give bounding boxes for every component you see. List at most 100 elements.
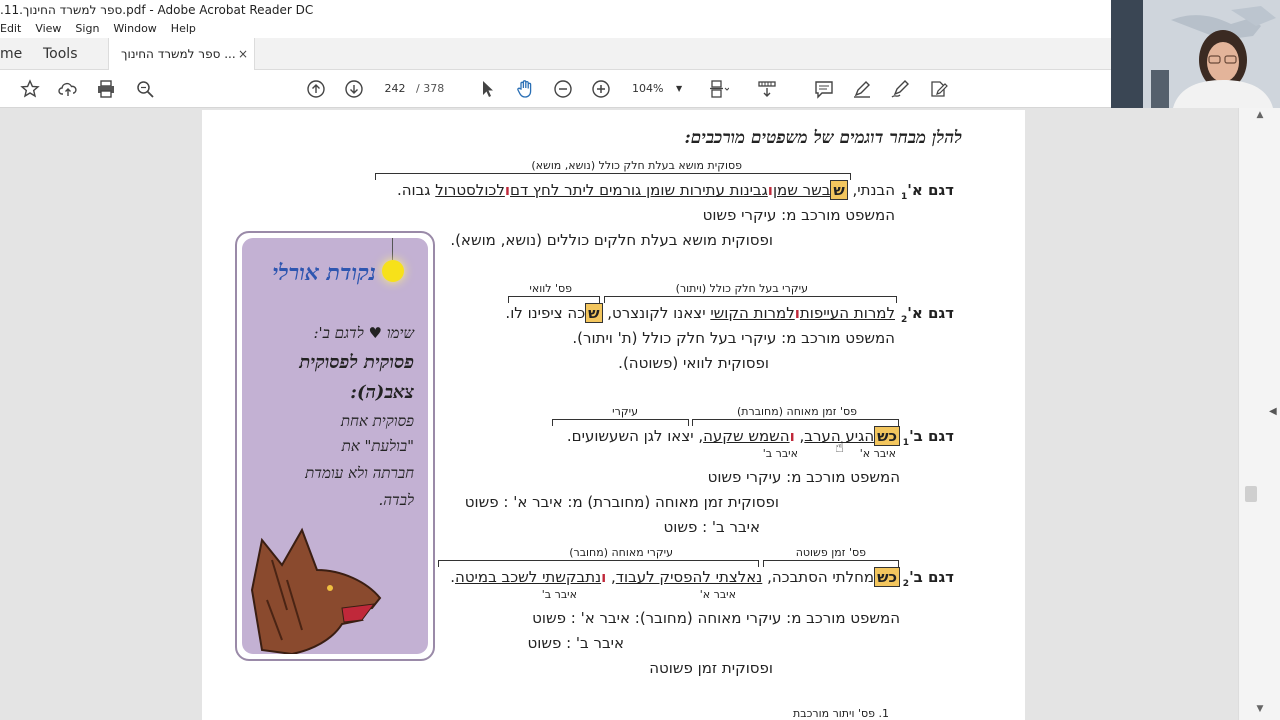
footnote: 1. פס' ויתור מורכבת — [793, 707, 889, 720]
b1-bracket1 — [692, 419, 899, 426]
read-mode-icon[interactable] — [756, 78, 778, 100]
page-total: / 378 — [416, 82, 445, 95]
menu-edit[interactable]: Edit — [0, 20, 21, 38]
a1-line2: המשפט מורכב מ: עיקרי פשוט — [702, 206, 895, 224]
a2-bracket2-label: פס' לוואי — [529, 282, 572, 295]
a1-label: דגם א'1 — [901, 181, 954, 202]
b2-line3: איבר ב' : פשוט — [527, 634, 624, 652]
tip-line-1: שימו ♥ לדגם ב': — [313, 324, 414, 342]
b2-sentence: כשמחלתי הסתבכה, נאלצתי להפסיק לעבוד, ונת… — [450, 567, 900, 587]
pdf-page: להלן מבחר דוגמים של משפטים מורכבים: פסוק… — [202, 110, 1025, 720]
webcam-overlay — [1111, 0, 1280, 108]
b1-marker: כש — [874, 426, 900, 446]
zoom-level-select[interactable]: 104% ▼ — [632, 80, 688, 98]
menu-bar: Edit View Sign Window Help — [0, 20, 1111, 38]
b2-line2: המשפט מורכב מ: עיקרי מאוחה (מחובר): איבר… — [532, 609, 900, 627]
hand-cursor-icon: ☝ — [835, 438, 845, 456]
b1-line4: איבר ב' : פשוט — [663, 518, 760, 536]
previous-page-icon[interactable] — [305, 78, 327, 100]
edit-pdf-icon[interactable] — [927, 78, 949, 100]
a1-bracket-label: פסוקית מושא בעלת חלק כולל (נושא, מושא) — [531, 159, 742, 172]
b1-under1: איבר א' — [859, 447, 896, 460]
zoom-out-icon[interactable] — [552, 78, 574, 100]
tip-line-2: פסוקית לפסוקית — [299, 352, 414, 373]
b1-under2: איבר ב' — [762, 447, 798, 460]
scroll-down-icon[interactable]: ▼ — [1239, 704, 1280, 716]
b2-line4: ופסוקית זמן פשוטה — [649, 659, 773, 677]
zoom-in-icon[interactable] — [590, 78, 612, 100]
tip-line-5: "בולעת" את — [341, 437, 414, 455]
b1-bracket1-label: פס' זמן מאוחה (מחוברת) — [736, 405, 857, 418]
bookmark-star-icon[interactable] — [19, 78, 41, 100]
comment-icon[interactable] — [813, 78, 835, 100]
tip-line-3: צאב(ה): — [350, 382, 414, 403]
b2-under1: איבר א' — [699, 588, 736, 601]
window-title: .11.ספר למשרד החינוך.pdf - Adobe Acrobat… — [0, 3, 314, 17]
toolbar: 242 / 378 104% ▼ — [0, 70, 1111, 108]
highlight-pen-icon[interactable] — [851, 78, 873, 100]
a2-label: דגם א'2 — [901, 304, 954, 325]
b2-bracket2-label: עיקרי מאוחה (מחובר) — [569, 546, 673, 559]
light-bulb-icon — [382, 260, 404, 282]
b1-label: דגם ב'1 — [902, 427, 954, 448]
tab-document[interactable]: ספר למשרד החינוך ... × — [108, 38, 255, 70]
b2-bracket2 — [438, 560, 759, 567]
right-panel: ▲ ▼ ◀ — [1238, 108, 1280, 720]
print-icon[interactable] — [95, 78, 117, 100]
tab-close-icon[interactable]: × — [238, 38, 248, 70]
upload-cloud-icon[interactable] — [57, 78, 79, 100]
b2-label: דגם ב'2 — [902, 568, 954, 589]
a2-marker: ש — [585, 303, 603, 323]
tip-line-4: פסוקית אחת — [340, 412, 414, 430]
tab-document-label: ספר למשרד החינוך ... — [121, 47, 236, 61]
tab-tools[interactable]: Tools — [43, 38, 78, 70]
page-layout-icon[interactable] — [708, 78, 730, 100]
window-title-bar: .11.ספר למשרד החינוך.pdf - Adobe Acrobat… — [0, 0, 1111, 20]
b2-bracket1 — [763, 560, 899, 567]
b2-under2: איבר ב' — [541, 588, 577, 601]
presenter-video-image — [1111, 0, 1280, 108]
select-cursor-icon[interactable] — [476, 78, 498, 100]
a2-line2: המשפט מורכב מ: עיקרי בעל חלק כולל (ת' וי… — [572, 329, 895, 347]
menu-view[interactable]: View — [35, 20, 61, 38]
zoom-level-value: 104% — [632, 82, 664, 95]
tip-line-7: לבדה. — [378, 491, 414, 509]
b1-line3: ופסוקית זמן מאוחה (מחוברת) מ: איבר א' : … — [464, 493, 779, 511]
next-page-icon[interactable] — [343, 78, 365, 100]
fill-sign-icon[interactable] — [889, 78, 911, 100]
tip-card: נקודת אורלי שימו ♥ לדגם ב': פסוקית לפסוק… — [235, 231, 435, 661]
chevron-down-icon: ▼ — [676, 84, 683, 93]
a2-bracket2 — [508, 296, 600, 303]
a1-line3: ופסוקית מושא בעלת חלקים כוללים (נושא, מו… — [450, 231, 773, 249]
a2-bracket1-label: עיקרי בעל חלק כולל (ויתור) — [675, 282, 808, 295]
a1-bracket — [375, 173, 851, 180]
a2-bracket1 — [604, 296, 897, 303]
page-heading: להלן מבחר דוגמים של משפטים מורכבים: — [684, 128, 962, 148]
tab-bar: me Tools ספר למשרד החינוך ... × — [0, 38, 1111, 70]
b1-bracket2 — [552, 419, 689, 426]
a1-marker: ש — [830, 180, 848, 200]
tip-card-title: נקודת אורלי — [272, 260, 376, 286]
menu-sign[interactable]: Sign — [75, 20, 99, 38]
menu-window[interactable]: Window — [113, 20, 156, 38]
wolf-illustration — [250, 527, 382, 654]
hand-tool-icon[interactable] — [514, 78, 536, 100]
scrollbar-thumb[interactable] — [1245, 486, 1257, 502]
menu-help[interactable]: Help — [171, 20, 196, 38]
b2-marker: כש — [874, 567, 900, 587]
panel-expand-icon[interactable]: ◀ — [1269, 406, 1277, 417]
b1-bracket2-label: עיקרי — [612, 405, 638, 418]
lamp-cord — [392, 238, 393, 260]
scroll-up-icon[interactable]: ▲ — [1239, 110, 1280, 122]
a2-sentence: למרות העייפותולמרות הקושי יצאנו לקונצרט,… — [505, 303, 895, 323]
tip-card-inner: נקודת אורלי שימו ♥ לדגם ב': פסוקית לפסוק… — [242, 238, 428, 654]
tab-home[interactable]: me — [0, 38, 22, 70]
a1-sentence: הבנתי, שבשר שמןוגבינות עתירות שומן גורמי… — [396, 180, 895, 200]
page-number-input[interactable]: 242 — [382, 80, 408, 98]
a2-line3: ופסוקית לוואי (פשוטה). — [618, 354, 769, 372]
b2-bracket1-label: פס' זמן פשוטה — [795, 546, 866, 559]
b1-line2: המשפט מורכב מ: עיקרי פשוט — [707, 468, 900, 486]
b1-sentence: כשהגיע הערב, והשמש שקעה, יצאו לגן השעשוע… — [567, 426, 900, 446]
tip-line-6: חברתה ולא עומדת — [305, 464, 414, 482]
zoom-search-icon[interactable] — [134, 78, 156, 100]
